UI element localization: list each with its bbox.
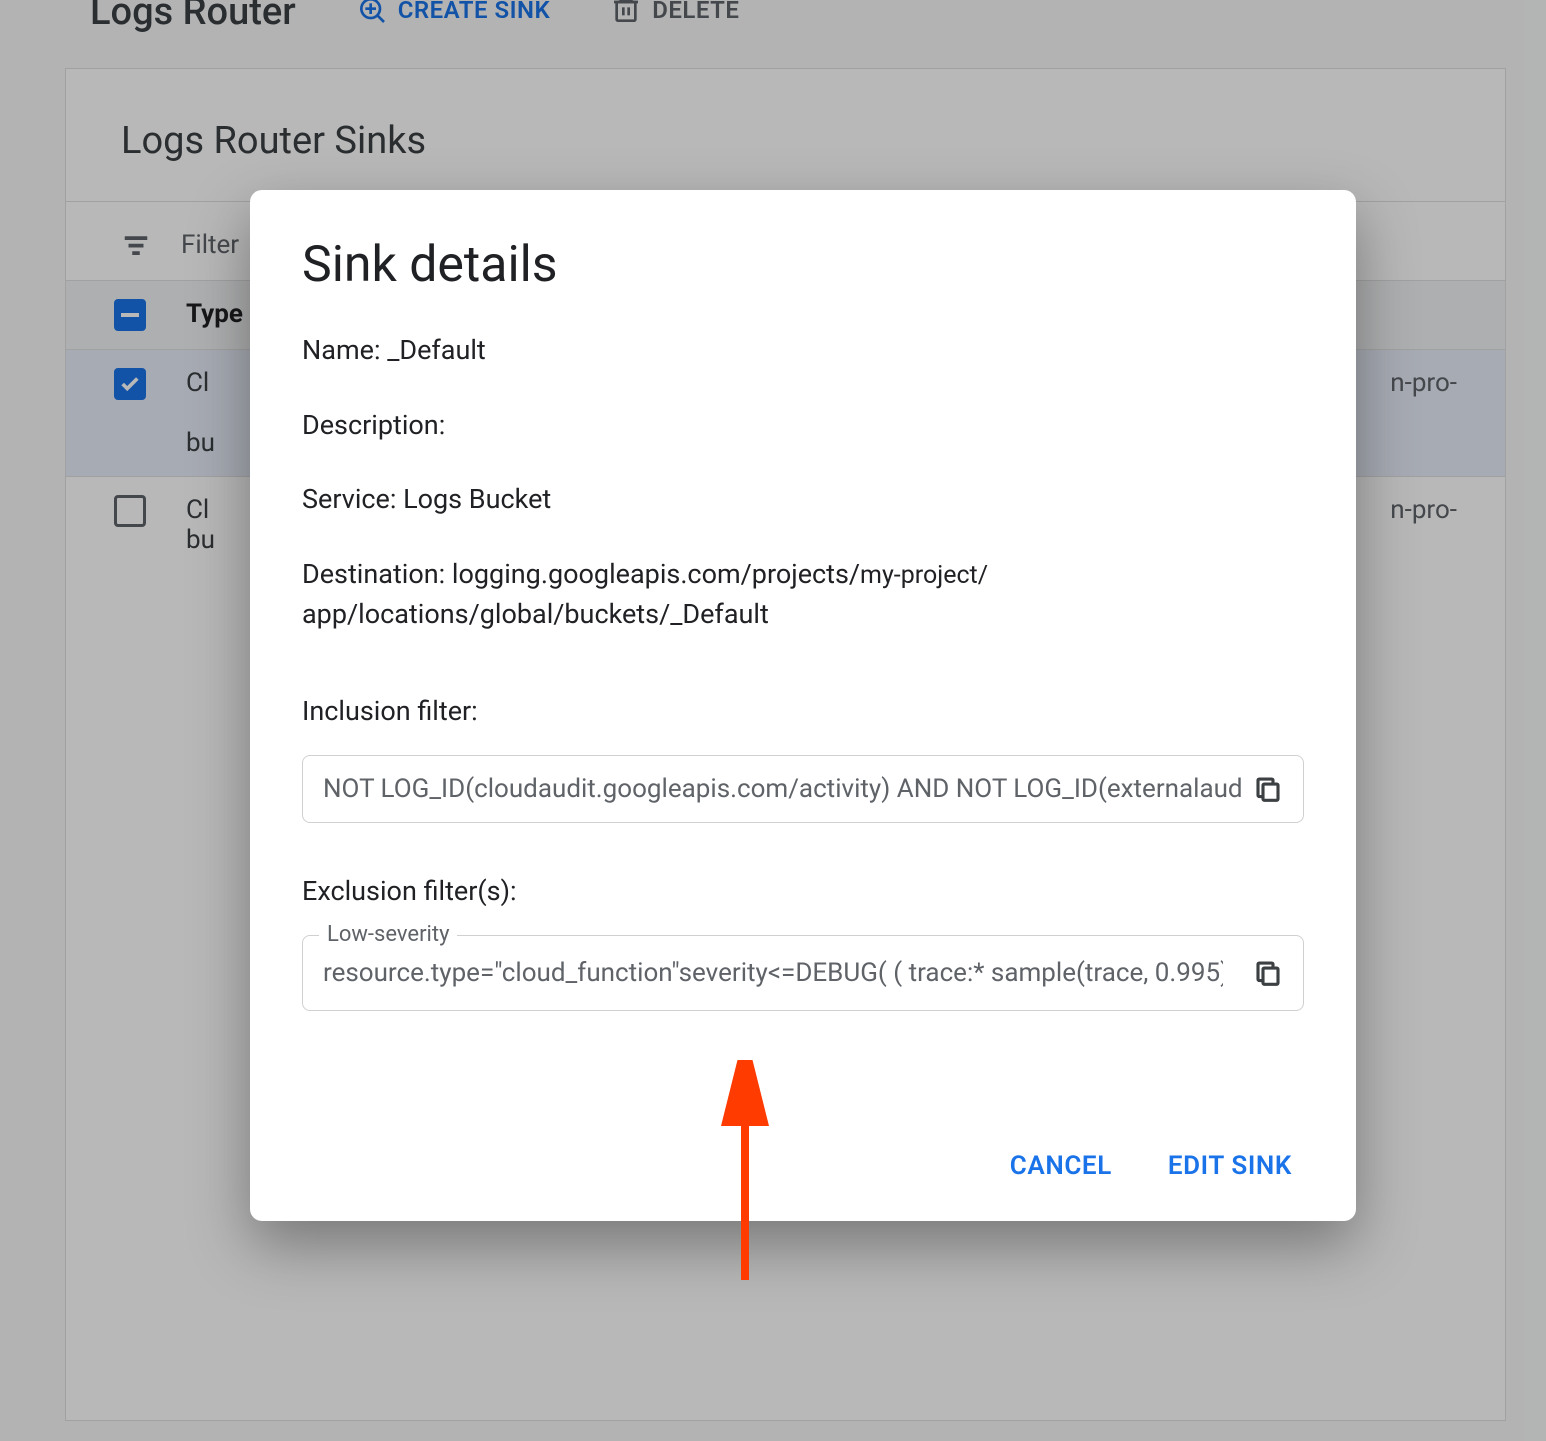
name-field: Name: _Default	[302, 330, 1304, 371]
edit-sink-button[interactable]: EDIT SINK	[1168, 1151, 1292, 1181]
destination-project: my-project/	[860, 561, 988, 590]
destination-value-part1: logging.googleapis.com/projects/	[452, 558, 860, 590]
exclusion-legend: Low-severity	[319, 922, 457, 947]
service-value: Logs Bucket	[403, 483, 551, 515]
inclusion-filter-label: Inclusion filter:	[302, 695, 1304, 727]
dialog-title: Sink details	[302, 236, 1304, 294]
exclusion-filter-box: Low-severity resource.type="cloud_functi…	[302, 935, 1304, 1011]
destination-value-part2: app/locations/global/buckets/_Default	[302, 598, 769, 630]
dialog-actions: CANCEL EDIT SINK	[302, 1151, 1304, 1181]
copy-icon[interactable]	[1253, 774, 1283, 804]
service-field: Service: Logs Bucket	[302, 479, 1304, 520]
exclusion-filter-value: resource.type="cloud_function"severity<=…	[323, 958, 1223, 988]
description-label: Description:	[302, 409, 445, 441]
name-label: Name:	[302, 334, 380, 366]
sink-details-dialog: Sink details Name: _Default Description:…	[250, 190, 1356, 1221]
name-value: _Default	[387, 334, 486, 366]
inclusion-filter-box: NOT LOG_ID(cloudaudit.googleapis.com/act…	[302, 755, 1304, 823]
inclusion-filter-value: NOT LOG_ID(cloudaudit.googleapis.com/act…	[323, 774, 1243, 804]
service-label: Service:	[302, 483, 396, 515]
copy-icon[interactable]	[1253, 958, 1283, 988]
exclusion-filters-label: Exclusion filter(s):	[302, 875, 1304, 907]
description-field: Description:	[302, 405, 1304, 446]
destination-field: Destination: logging.googleapis.com/proj…	[302, 554, 1304, 635]
destination-label: Destination:	[302, 558, 445, 590]
cancel-button[interactable]: CANCEL	[1010, 1151, 1112, 1181]
